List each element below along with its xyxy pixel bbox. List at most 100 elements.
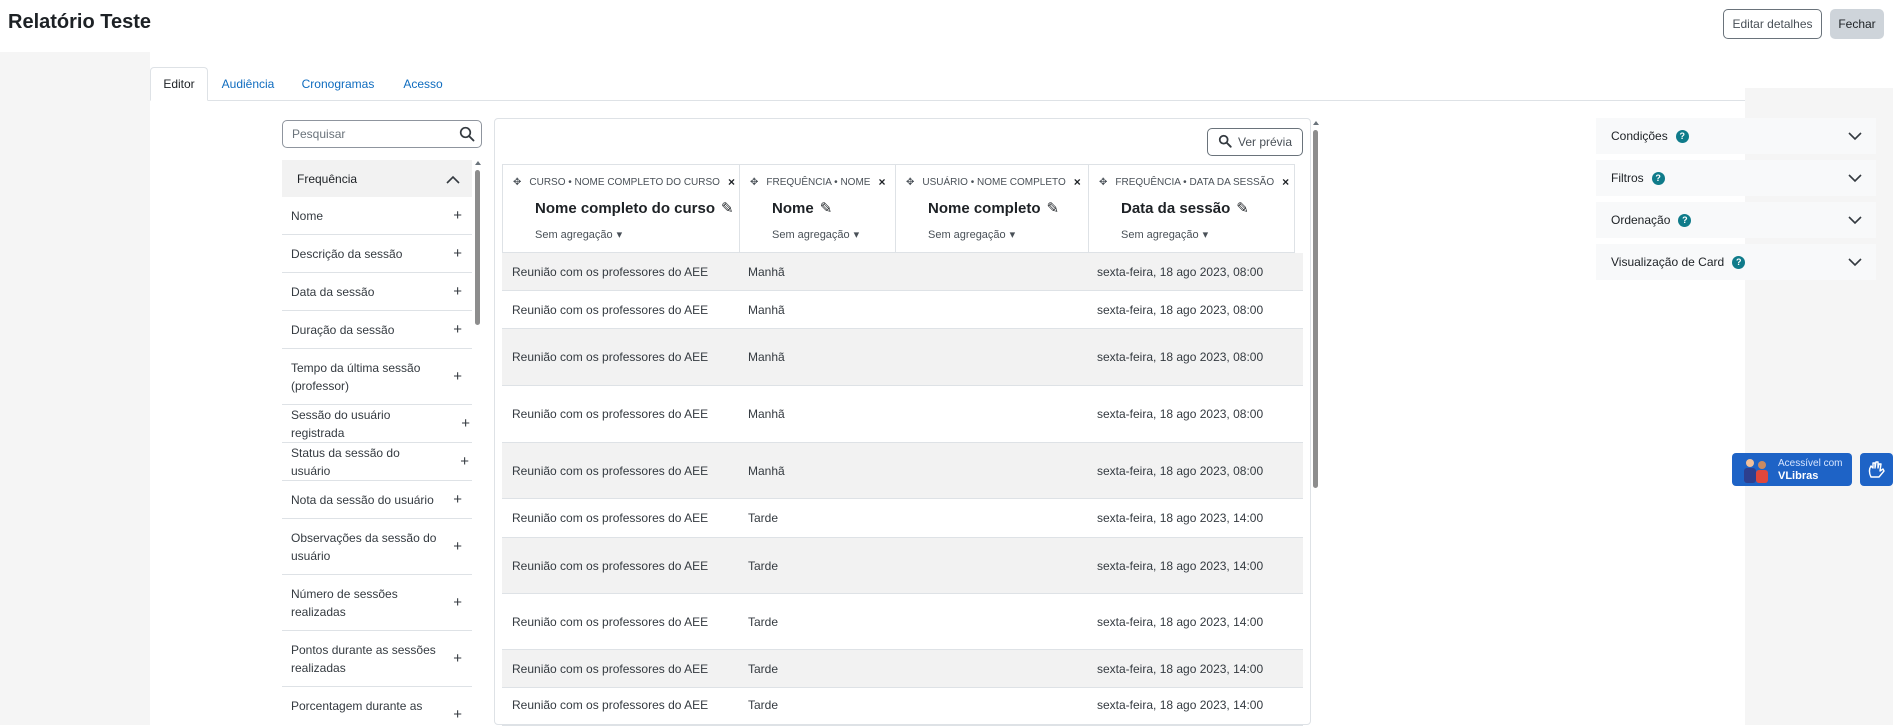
help-icon[interactable]: ? (1675, 129, 1689, 143)
plus-icon: + (453, 490, 462, 508)
aggregation-dropdown[interactable]: Sem agregação ▾ (928, 228, 1016, 242)
table-scrollbar-thumb[interactable] (1313, 130, 1318, 488)
caret-down-icon: ▾ (1202, 229, 1209, 241)
page-title: Relatório Teste (8, 11, 151, 33)
field-item-tempo[interactable]: Tempo da última sessão (professor) + (282, 349, 472, 405)
field-list: Frequência Nome + Descrição da sessão + Da… (282, 160, 472, 725)
aggregation-dropdown[interactable]: Sem agregação ▾ (772, 228, 860, 242)
pencil-icon[interactable]: ✎ (1047, 199, 1060, 217)
search-icon[interactable] (459, 126, 475, 142)
column-title[interactable]: Nome completo (928, 200, 1041, 217)
plus-icon: + (453, 206, 462, 224)
field-item-observacoes[interactable]: Observações da sessão do usuário + (282, 519, 472, 575)
table-row: Reunião com os professores do AEE Tarde … (502, 688, 1303, 726)
field-item-numero-sessoes[interactable]: Número de sessões realizadas + (282, 575, 472, 631)
plus-icon: + (453, 649, 462, 667)
chevron-down-icon (1848, 214, 1862, 228)
tab-acesso[interactable]: Acesso (399, 67, 447, 101)
aggregation-dropdown[interactable]: Sem agregação ▾ (1121, 228, 1209, 242)
page-header: Relatório Teste Editar detalhes Fechar (0, 0, 1893, 52)
accordion-condicoes[interactable]: Condições? (1596, 118, 1876, 154)
move-icon[interactable]: ✥ (513, 177, 521, 188)
accordion-ordenacao[interactable]: Ordenação? (1596, 202, 1876, 238)
sidebar-scrollbar[interactable] (475, 160, 481, 725)
move-icon[interactable]: ✥ (750, 177, 758, 188)
vlibras-avatar-icon (1744, 459, 1768, 483)
close-button[interactable]: Fechar (1830, 9, 1884, 39)
chevron-down-icon (1848, 130, 1862, 144)
hands-icon[interactable] (1860, 453, 1893, 486)
search-icon (1218, 134, 1232, 151)
column-header-data: ✥ FREQUÊNCIA • DATA DA SESSÃO × Data da se… (1088, 164, 1295, 253)
vlibras-brand: VLibras (1778, 470, 1819, 482)
table-body: Reunião com os professores do AEE Manhã … (502, 253, 1303, 726)
accordion-filtros[interactable]: Filtros? (1596, 160, 1876, 196)
search-input[interactable] (283, 121, 443, 147)
plus-icon: + (453, 705, 462, 723)
plus-icon: + (453, 320, 462, 338)
table-row: Reunião com os professores do AEE Tarde … (502, 650, 1303, 688)
move-icon[interactable]: ✥ (906, 177, 914, 188)
preview-button[interactable]: Ver prévia (1207, 128, 1303, 156)
table-row: Reunião com os professores do AEE Manhã … (502, 386, 1303, 443)
field-item-nome[interactable]: Nome + (282, 197, 472, 235)
close-icon[interactable]: × (1074, 175, 1081, 189)
help-icon[interactable]: ? (1651, 171, 1665, 185)
table-row: Reunião com os professores do AEE Tarde … (502, 538, 1303, 594)
caret-down-icon: ▾ (853, 229, 860, 241)
field-item-porcentagem[interactable]: Porcentagem durante as + (282, 687, 472, 725)
table-row: Reunião com os professores do AEE Manhã … (502, 329, 1303, 386)
plus-icon: + (453, 593, 462, 611)
field-item-data[interactable]: Data da sessão + (282, 273, 472, 311)
caret-down-icon: ▾ (1009, 229, 1016, 241)
close-icon[interactable]: × (728, 175, 735, 189)
accordion-visualizacao-card[interactable]: Visualização de Card? (1596, 244, 1876, 280)
plus-icon: + (453, 282, 462, 300)
tab-audiencia[interactable]: Audiência (216, 67, 280, 101)
sidebar-scrollbar-thumb[interactable] (475, 170, 480, 325)
field-item-descricao[interactable]: Descrição da sessão + (282, 235, 472, 273)
field-item-duracao[interactable]: Duração da sessão + (282, 311, 472, 349)
search-field (282, 120, 482, 148)
pencil-icon[interactable]: ✎ (1236, 199, 1249, 217)
column-title[interactable]: Nome completo do curso (535, 200, 715, 217)
move-icon[interactable]: ✥ (1099, 177, 1107, 188)
table-scrollbar[interactable] (1313, 120, 1319, 725)
vlibras-caption: Acessível com (1778, 458, 1843, 469)
field-item-pontos[interactable]: Pontos durante as sessões realizadas + (282, 631, 472, 687)
column-header-usuario: ✥ USUÁRIO • NOME COMPLETO × Nome completo ✎… (895, 164, 1088, 253)
column-header-nome: ✥ FREQUÊNCIA • NOME × Nome ✎ Sem agregação ▾ (739, 164, 895, 253)
vlibras-widget[interactable]: Acessível com VLibras (1732, 453, 1852, 486)
column-title[interactable]: Data da sessão (1121, 200, 1230, 217)
field-group-header[interactable]: Frequência (282, 160, 472, 197)
field-group-title: Frequência (297, 171, 358, 186)
edit-details-button[interactable]: Editar detalhes (1723, 9, 1822, 39)
column-title[interactable]: Nome (772, 200, 814, 217)
help-icon[interactable]: ? (1732, 255, 1746, 269)
table-row: Reunião com os professores do AEE Tarde … (502, 499, 1303, 538)
caret-down-icon: ▾ (616, 229, 623, 241)
field-item-status[interactable]: Status da sessão do usuário + (282, 443, 472, 481)
chevron-down-icon (1848, 172, 1862, 186)
field-item-sessao-registrada[interactable]: Sessão do usuário registrada + (282, 405, 472, 443)
aggregation-dropdown[interactable]: Sem agregação ▾ (535, 228, 623, 242)
close-icon[interactable]: × (1282, 175, 1289, 189)
help-icon[interactable]: ? (1678, 213, 1692, 227)
column-header-curso: ✥ CURSO • NOME COMPLETO DO CURSO × Nome co… (502, 164, 739, 253)
table-row: Reunião com os professores do AEE Manhã … (502, 291, 1303, 329)
pencil-icon[interactable]: ✎ (820, 199, 833, 217)
plus-icon: + (453, 244, 462, 262)
tab-cronogramas[interactable]: Cronogramas (298, 67, 378, 101)
chevron-up-icon (446, 173, 460, 187)
close-icon[interactable]: × (878, 175, 885, 189)
table-row: Reunião com os professores do AEE Manhã … (502, 443, 1303, 499)
preview-button-label: Ver prévia (1237, 135, 1293, 149)
plus-icon: + (461, 414, 470, 432)
pencil-icon[interactable]: ✎ (721, 199, 734, 217)
field-item-nota[interactable]: Nota da sessão do usuário + (282, 481, 472, 519)
chevron-down-icon (1848, 256, 1862, 270)
left-gutter (0, 52, 150, 725)
tab-editor[interactable]: Editor (150, 67, 208, 101)
tab-bar: Editor Audiência Cronogramas Acesso (150, 67, 1745, 101)
plus-icon: + (453, 367, 462, 385)
